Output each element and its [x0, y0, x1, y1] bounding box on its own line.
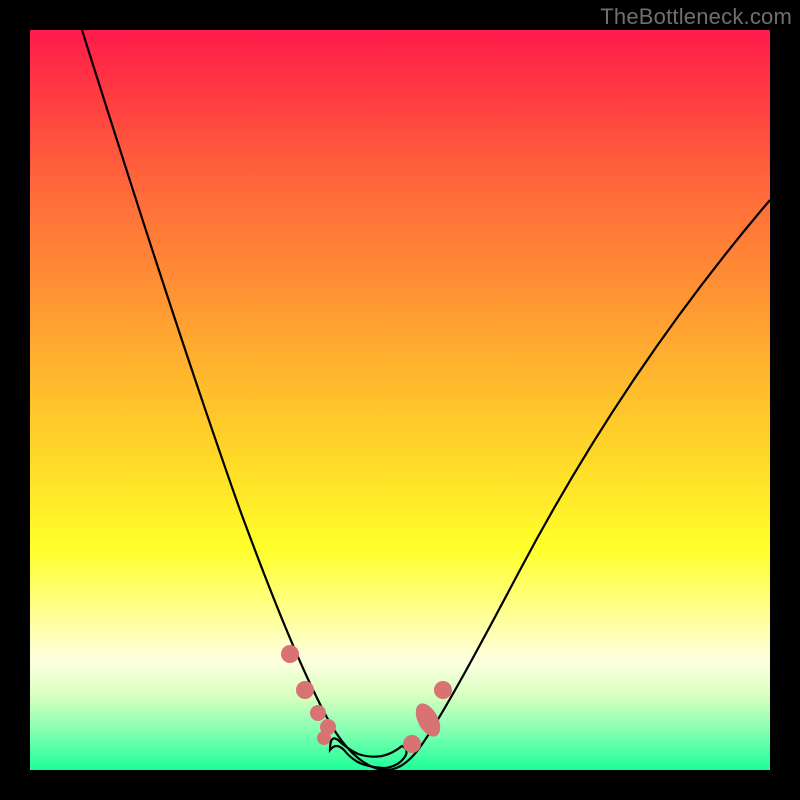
- marker-right-dot-1: [403, 735, 421, 753]
- marker-bottom-worm: [330, 738, 407, 768]
- marker-left-dot-2: [296, 681, 314, 699]
- curve-path: [82, 30, 770, 770]
- marker-left-cluster-c: [317, 731, 331, 745]
- plot-area: [30, 30, 770, 770]
- bottleneck-curve: [30, 30, 770, 770]
- marker-right-dot-2: [434, 681, 452, 699]
- marker-right-blob: [411, 699, 446, 740]
- chart-frame: TheBottleneck.com: [0, 0, 800, 800]
- watermark-text: TheBottleneck.com: [600, 4, 792, 30]
- marker-left-dot-1: [281, 645, 299, 663]
- marker-left-cluster-a: [310, 705, 326, 721]
